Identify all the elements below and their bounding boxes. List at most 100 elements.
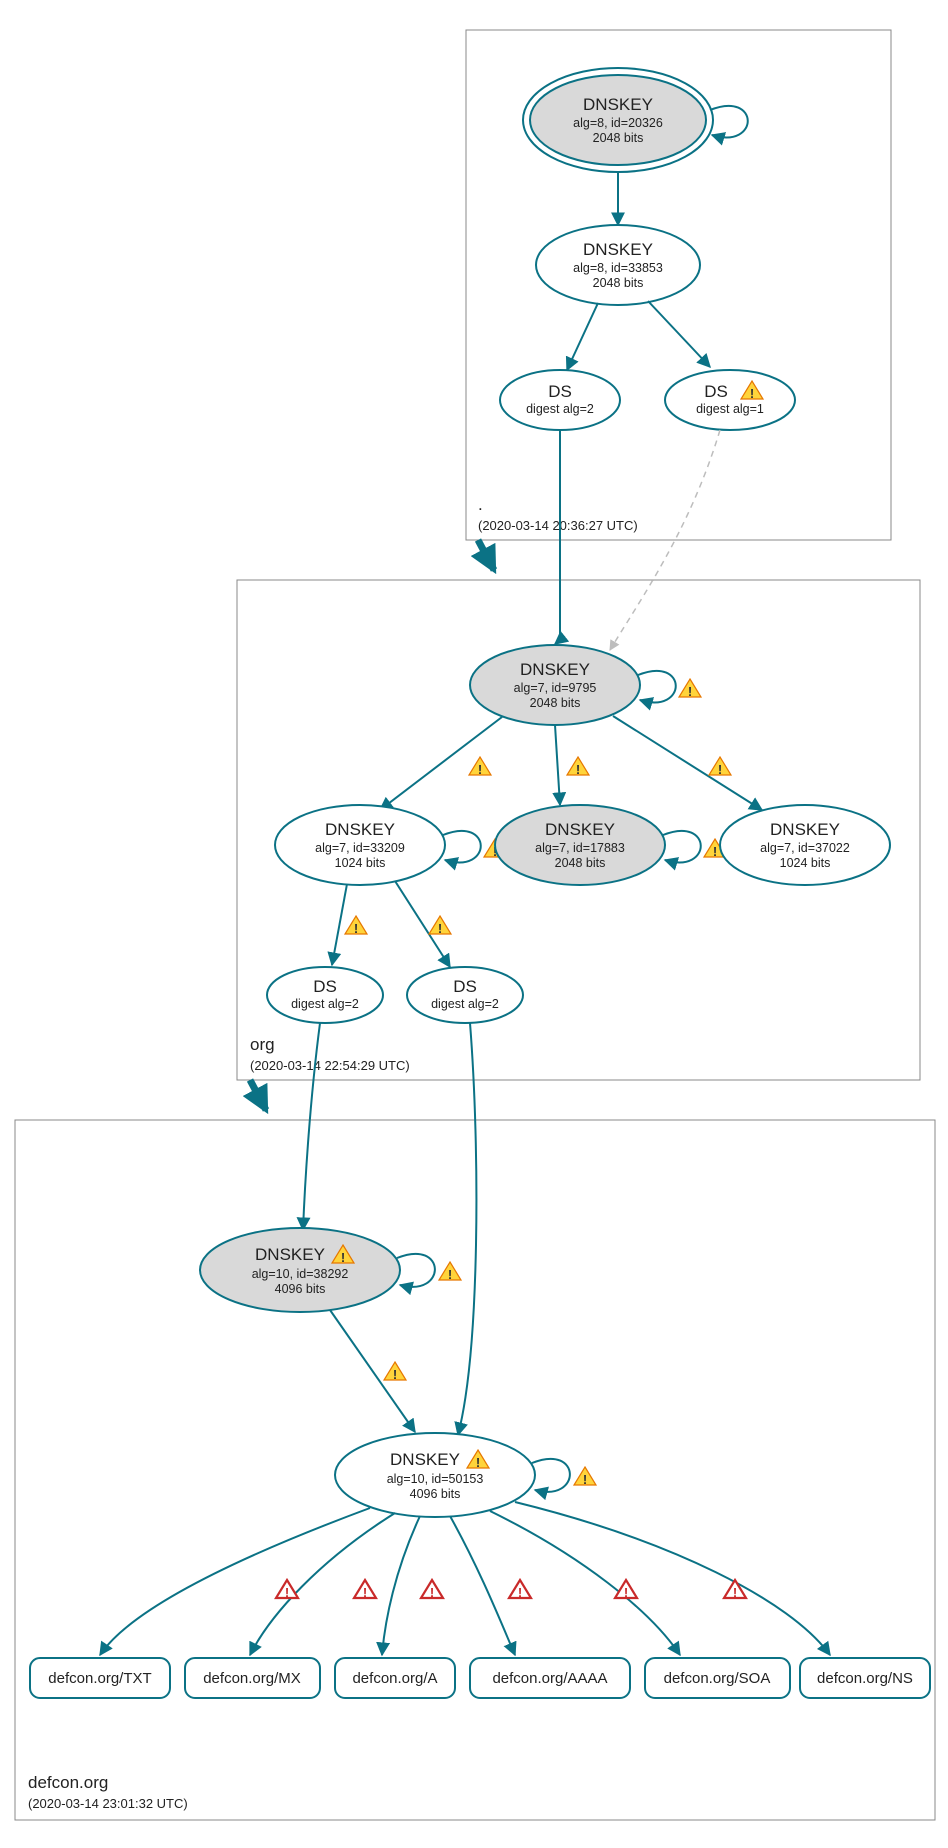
svg-text:defcon.org/SOA: defcon.org/SOA	[664, 1670, 771, 1687]
zone-org-name: org	[250, 1035, 275, 1054]
svg-text:DS: DS	[548, 382, 572, 401]
node-root-ds2: DS digest alg=2	[500, 370, 620, 430]
zone-dc-name: defcon.org	[28, 1773, 108, 1792]
edge	[450, 1516, 515, 1655]
svg-text:DS: DS	[313, 977, 337, 996]
svg-text:!: !	[478, 762, 482, 777]
node-root-zsk: DNSKEY alg=8, id=33853 2048 bits	[536, 225, 700, 305]
zone-arrow	[478, 540, 494, 570]
edge	[515, 1502, 830, 1655]
node-root-ds1: DS digest alg=1 !	[665, 370, 795, 430]
svg-text:alg=7, id=17883: alg=7, id=17883	[535, 841, 625, 855]
warning-icon: !	[679, 679, 701, 699]
node-org-zsk-37022: DNSKEY alg=7, id=37022 1024 bits	[720, 805, 890, 885]
svg-text:DS: DS	[453, 977, 477, 996]
svg-text:alg=7, id=37022: alg=7, id=37022	[760, 841, 850, 855]
svg-text:DNSKEY: DNSKEY	[545, 820, 615, 839]
svg-text:!: !	[354, 921, 358, 936]
node-rr-a: defcon.org/A	[335, 1658, 455, 1698]
edge	[303, 1023, 320, 1230]
svg-text:(2020-03-14 23:01:32 UTC): (2020-03-14 23:01:32 UTC)	[28, 1796, 188, 1811]
self-loop	[397, 1254, 435, 1287]
svg-text:digest alg=1: digest alg=1	[696, 402, 764, 416]
warning-icon: !	[724, 1580, 746, 1600]
edge	[332, 884, 347, 965]
svg-text:!: !	[576, 762, 580, 777]
svg-text:2048 bits: 2048 bits	[530, 696, 581, 710]
svg-text:DNSKEY: DNSKEY	[583, 95, 653, 114]
svg-text:digest alg=2: digest alg=2	[526, 402, 594, 416]
edge	[567, 303, 598, 370]
edge	[100, 1508, 370, 1655]
node-rr-soa: defcon.org/SOA	[645, 1658, 790, 1698]
svg-text:!: !	[624, 1585, 628, 1600]
edge	[555, 430, 560, 644]
edge	[250, 1513, 395, 1655]
svg-text:defcon.org/NS: defcon.org/NS	[817, 1670, 913, 1687]
svg-text:alg=10, id=38292: alg=10, id=38292	[252, 1267, 349, 1281]
warning-icon: !	[345, 916, 367, 936]
svg-text:DNSKEY: DNSKEY	[583, 240, 653, 259]
warning-icon: !	[509, 1580, 531, 1600]
svg-text:DNSKEY: DNSKEY	[390, 1450, 460, 1469]
self-loop	[638, 671, 676, 703]
svg-text:digest alg=2: digest alg=2	[431, 997, 499, 1011]
svg-text:4096 bits: 4096 bits	[410, 1487, 461, 1501]
svg-text:!: !	[713, 844, 717, 859]
svg-text:!: !	[476, 1455, 480, 1470]
dnssec-chain-diagram: . (2020-03-14 20:36:27 UTC) DNSKEY alg=8…	[0, 0, 948, 1848]
warning-icon: !	[439, 1262, 461, 1282]
node-rr-aaaa: defcon.org/AAAA	[470, 1658, 630, 1698]
svg-text:!: !	[718, 762, 722, 777]
node-dc-zsk: DNSKEY ! alg=10, id=50153 4096 bits !	[335, 1433, 596, 1517]
self-loop	[710, 106, 748, 138]
edge	[458, 1023, 476, 1435]
svg-text:!: !	[448, 1267, 452, 1282]
warning-icon: !	[276, 1580, 298, 1600]
warning-icon: !	[421, 1580, 443, 1600]
svg-text:alg=7, id=33209: alg=7, id=33209	[315, 841, 405, 855]
svg-text:digest alg=2: digest alg=2	[291, 997, 359, 1011]
edge	[613, 716, 762, 810]
svg-text:!: !	[285, 1585, 289, 1600]
self-loop	[443, 831, 481, 863]
svg-text:defcon.org/MX: defcon.org/MX	[203, 1670, 301, 1687]
node-dc-ksk: DNSKEY ! alg=10, id=38292 4096 bits !	[200, 1228, 461, 1312]
zone-arrow	[250, 1080, 266, 1110]
svg-text:alg=8, id=33853: alg=8, id=33853	[573, 261, 663, 275]
warning-icon: !	[384, 1362, 406, 1382]
node-org-ds1: DS digest alg=2	[267, 967, 383, 1023]
svg-text:!: !	[430, 1585, 434, 1600]
svg-text:!: !	[341, 1250, 345, 1265]
node-rr-ns: defcon.org/NS	[800, 1658, 930, 1698]
svg-text:!: !	[518, 1585, 522, 1600]
svg-text:1024 bits: 1024 bits	[780, 856, 831, 870]
self-loop	[663, 831, 701, 863]
svg-text:defcon.org/AAAA: defcon.org/AAAA	[492, 1670, 607, 1687]
svg-text:!: !	[583, 1472, 587, 1487]
node-org-ds2: DS digest alg=2	[407, 967, 523, 1023]
svg-text:!: !	[733, 1585, 737, 1600]
edge	[382, 1516, 420, 1655]
warning-icon: !	[429, 916, 451, 936]
svg-text:defcon.org/A: defcon.org/A	[352, 1670, 437, 1687]
edge	[648, 301, 710, 367]
svg-text:DS: DS	[704, 382, 728, 401]
svg-text:DNSKEY: DNSKEY	[520, 660, 590, 679]
node-org-ksk: DNSKEY alg=7, id=9795 2048 bits !	[470, 645, 701, 725]
svg-text:alg=8, id=20326: alg=8, id=20326	[573, 116, 663, 130]
svg-text:!: !	[750, 386, 754, 401]
warning-icon: !	[574, 1467, 596, 1487]
node-rr-mx: defcon.org/MX	[185, 1658, 320, 1698]
zone-root-ts: (2020-03-14 20:36:27 UTC)	[478, 518, 638, 533]
svg-text:alg=10, id=50153: alg=10, id=50153	[387, 1472, 484, 1486]
svg-text:DNSKEY: DNSKEY	[325, 820, 395, 839]
warning-icon: !	[567, 757, 589, 777]
warning-icon: !	[469, 757, 491, 777]
svg-text:2048 bits: 2048 bits	[593, 276, 644, 290]
svg-text:alg=7, id=9795: alg=7, id=9795	[514, 681, 597, 695]
node-rr-txt: defcon.org/TXT	[30, 1658, 170, 1698]
svg-text:4096 bits: 4096 bits	[275, 1282, 326, 1296]
warning-icon: !	[709, 757, 731, 777]
svg-text:2048 bits: 2048 bits	[555, 856, 606, 870]
